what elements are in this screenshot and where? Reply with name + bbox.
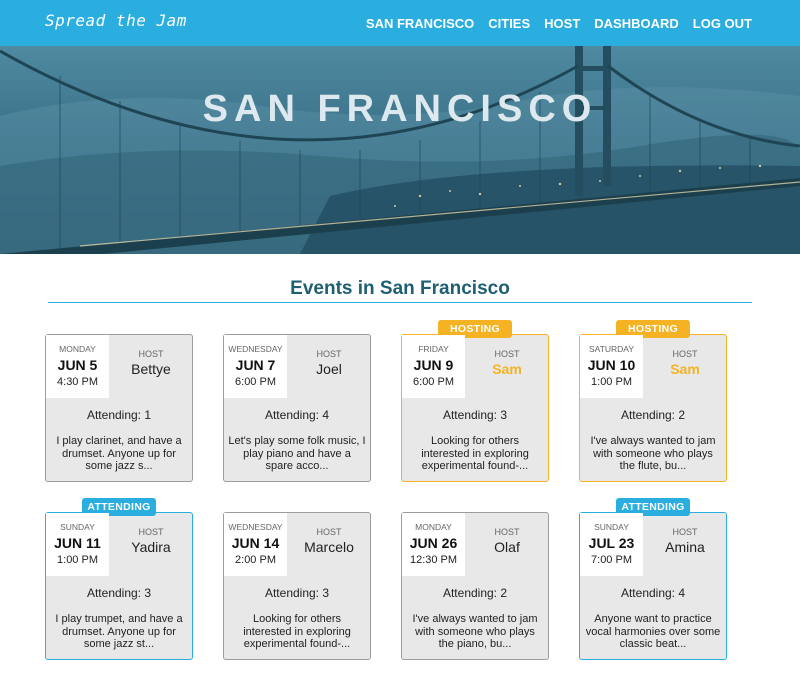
- event-date-box: MONDAY JUN 5 4:30 PM: [46, 335, 109, 398]
- nav-link-host[interactable]: HOST: [544, 16, 580, 31]
- host-name: Amina: [665, 539, 705, 555]
- event-day: SATURDAY: [588, 344, 635, 354]
- attending-count: Attending: 2: [620, 408, 686, 422]
- attending-count: Attending: 3: [442, 408, 508, 422]
- event-card[interactable]: MONDAY JUN 26 12:30 PM HOST Olaf Attendi…: [401, 512, 549, 660]
- event-card-attending[interactable]: ATTENDING SUNDAY JUL 23 7:00 PM HOST Ami…: [579, 498, 727, 660]
- event-card[interactable]: WEDNESDAY JUN 14 2:00 PM HOST Marcelo At…: [223, 512, 371, 660]
- event-date-box: FRIDAY JUN 9 6:00 PM: [402, 335, 465, 398]
- event-date: JUN 11: [54, 535, 101, 551]
- event-day: MONDAY: [415, 522, 452, 532]
- nav-link-san-francisco[interactable]: SAN FRANCISCO: [366, 16, 474, 31]
- event-card[interactable]: MONDAY JUN 5 4:30 PM HOST Bettye Attendi…: [45, 334, 193, 482]
- event-day: WEDNESDAY: [228, 522, 283, 532]
- event-date: JUN 5: [57, 357, 98, 373]
- event-time: 12:30 PM: [409, 554, 458, 566]
- event-day: SUNDAY: [594, 522, 629, 532]
- event-date-box: WEDNESDAY JUN 7 6:00 PM: [224, 335, 287, 398]
- event-description: I play trumpet, and have a drumset. Anyo…: [55, 613, 183, 650]
- event-description: Looking for others interested in explori…: [243, 613, 351, 650]
- host-label: HOST: [138, 349, 164, 359]
- attending-count: Attending: 1: [86, 408, 152, 422]
- event-day: FRIDAY: [418, 344, 449, 354]
- event-day: SUNDAY: [60, 522, 95, 532]
- event-date: JUN 9: [413, 357, 454, 373]
- host-name: Joel: [316, 361, 342, 377]
- event-date: JUN 10: [587, 357, 636, 373]
- nav-link-cities[interactable]: CITIES: [488, 16, 530, 31]
- event-card-hosting[interactable]: HOSTING SATURDAY JUN 10 1:00 PM HOST Sam…: [579, 320, 727, 482]
- section-divider: [48, 302, 752, 303]
- nav-links: SAN FRANCISCO CITIES HOST DASHBOARD LOG …: [366, 16, 752, 31]
- event-date: JUN 14: [231, 535, 280, 551]
- event-card[interactable]: WEDNESDAY JUN 7 6:00 PM HOST Joel Attend…: [223, 334, 371, 482]
- hero-title: SAN FRANCISCO: [202, 88, 598, 130]
- host-label: HOST: [494, 349, 520, 359]
- event-card-hosting[interactable]: HOSTING FRIDAY JUN 9 6:00 PM HOST Sam At…: [401, 320, 549, 482]
- host-label: HOST: [138, 527, 164, 537]
- site-logo[interactable]: Spread the Jam: [45, 11, 187, 30]
- event-date-box: MONDAY JUN 26 12:30 PM: [402, 513, 465, 576]
- event-time: 7:00 PM: [591, 554, 632, 566]
- event-date-box: SUNDAY JUN 11 1:00 PM: [46, 513, 109, 576]
- event-day: MONDAY: [59, 344, 96, 354]
- attending-count: Attending: 4: [264, 408, 330, 422]
- host-name: Sam: [492, 361, 522, 377]
- host-label: HOST: [316, 527, 342, 537]
- event-description: Looking for others interested in explori…: [421, 435, 529, 472]
- event-description: I play clarinet, and have a drumset. Any…: [56, 435, 182, 472]
- event-date-box: SATURDAY JUN 10 1:00 PM: [580, 335, 643, 398]
- event-description: Let's play some folk music, I play piano…: [228, 435, 366, 472]
- attending-count: Attending: 2: [442, 586, 508, 600]
- section-title: Events in San Francisco: [290, 278, 510, 299]
- nav-link-log-out[interactable]: LOG OUT: [693, 16, 752, 31]
- event-description: I've always wanted to jam with someone w…: [412, 613, 538, 650]
- host-label: HOST: [672, 527, 698, 537]
- host-name: Bettye: [131, 361, 171, 377]
- event-time: 4:30 PM: [57, 376, 98, 388]
- event-description: Anyone want to practice vocal harmonies …: [585, 613, 721, 650]
- event-description: I've always wanted to jam with someone w…: [590, 435, 716, 472]
- attending-count: Attending: 3: [86, 586, 152, 600]
- event-time: 6:00 PM: [413, 376, 454, 388]
- golden-gate-bridge-illustration: [0, 46, 800, 254]
- event-time: 2:00 PM: [235, 554, 276, 566]
- host-label: HOST: [316, 349, 342, 359]
- navbar: Spread the Jam SAN FRANCISCO CITIES HOST…: [0, 0, 800, 46]
- event-date: JUL 23: [588, 535, 635, 551]
- attending-count: Attending: 4: [620, 586, 686, 600]
- host-name: Sam: [670, 361, 700, 377]
- event-date-box: SUNDAY JUL 23 7:00 PM: [580, 513, 643, 576]
- event-card-attending[interactable]: ATTENDING SUNDAY JUN 11 1:00 PM HOST Yad…: [45, 498, 193, 660]
- event-date: JUN 26: [409, 535, 458, 551]
- event-day: WEDNESDAY: [228, 344, 283, 354]
- event-date: JUN 7: [235, 357, 276, 373]
- hero-banner: SAN FRANCISCO: [0, 46, 800, 254]
- host-label: HOST: [672, 349, 698, 359]
- event-time: 1:00 PM: [591, 376, 632, 388]
- event-date-box: WEDNESDAY JUN 14 2:00 PM: [224, 513, 287, 576]
- attending-count: Attending: 3: [264, 586, 330, 600]
- host-name: Marcelo: [304, 539, 354, 555]
- host-name: Yadira: [131, 539, 171, 555]
- host-name: Olaf: [494, 539, 520, 555]
- event-time: 1:00 PM: [57, 554, 98, 566]
- event-time: 6:00 PM: [235, 376, 276, 388]
- nav-link-dashboard[interactable]: DASHBOARD: [594, 16, 679, 31]
- host-label: HOST: [494, 527, 520, 537]
